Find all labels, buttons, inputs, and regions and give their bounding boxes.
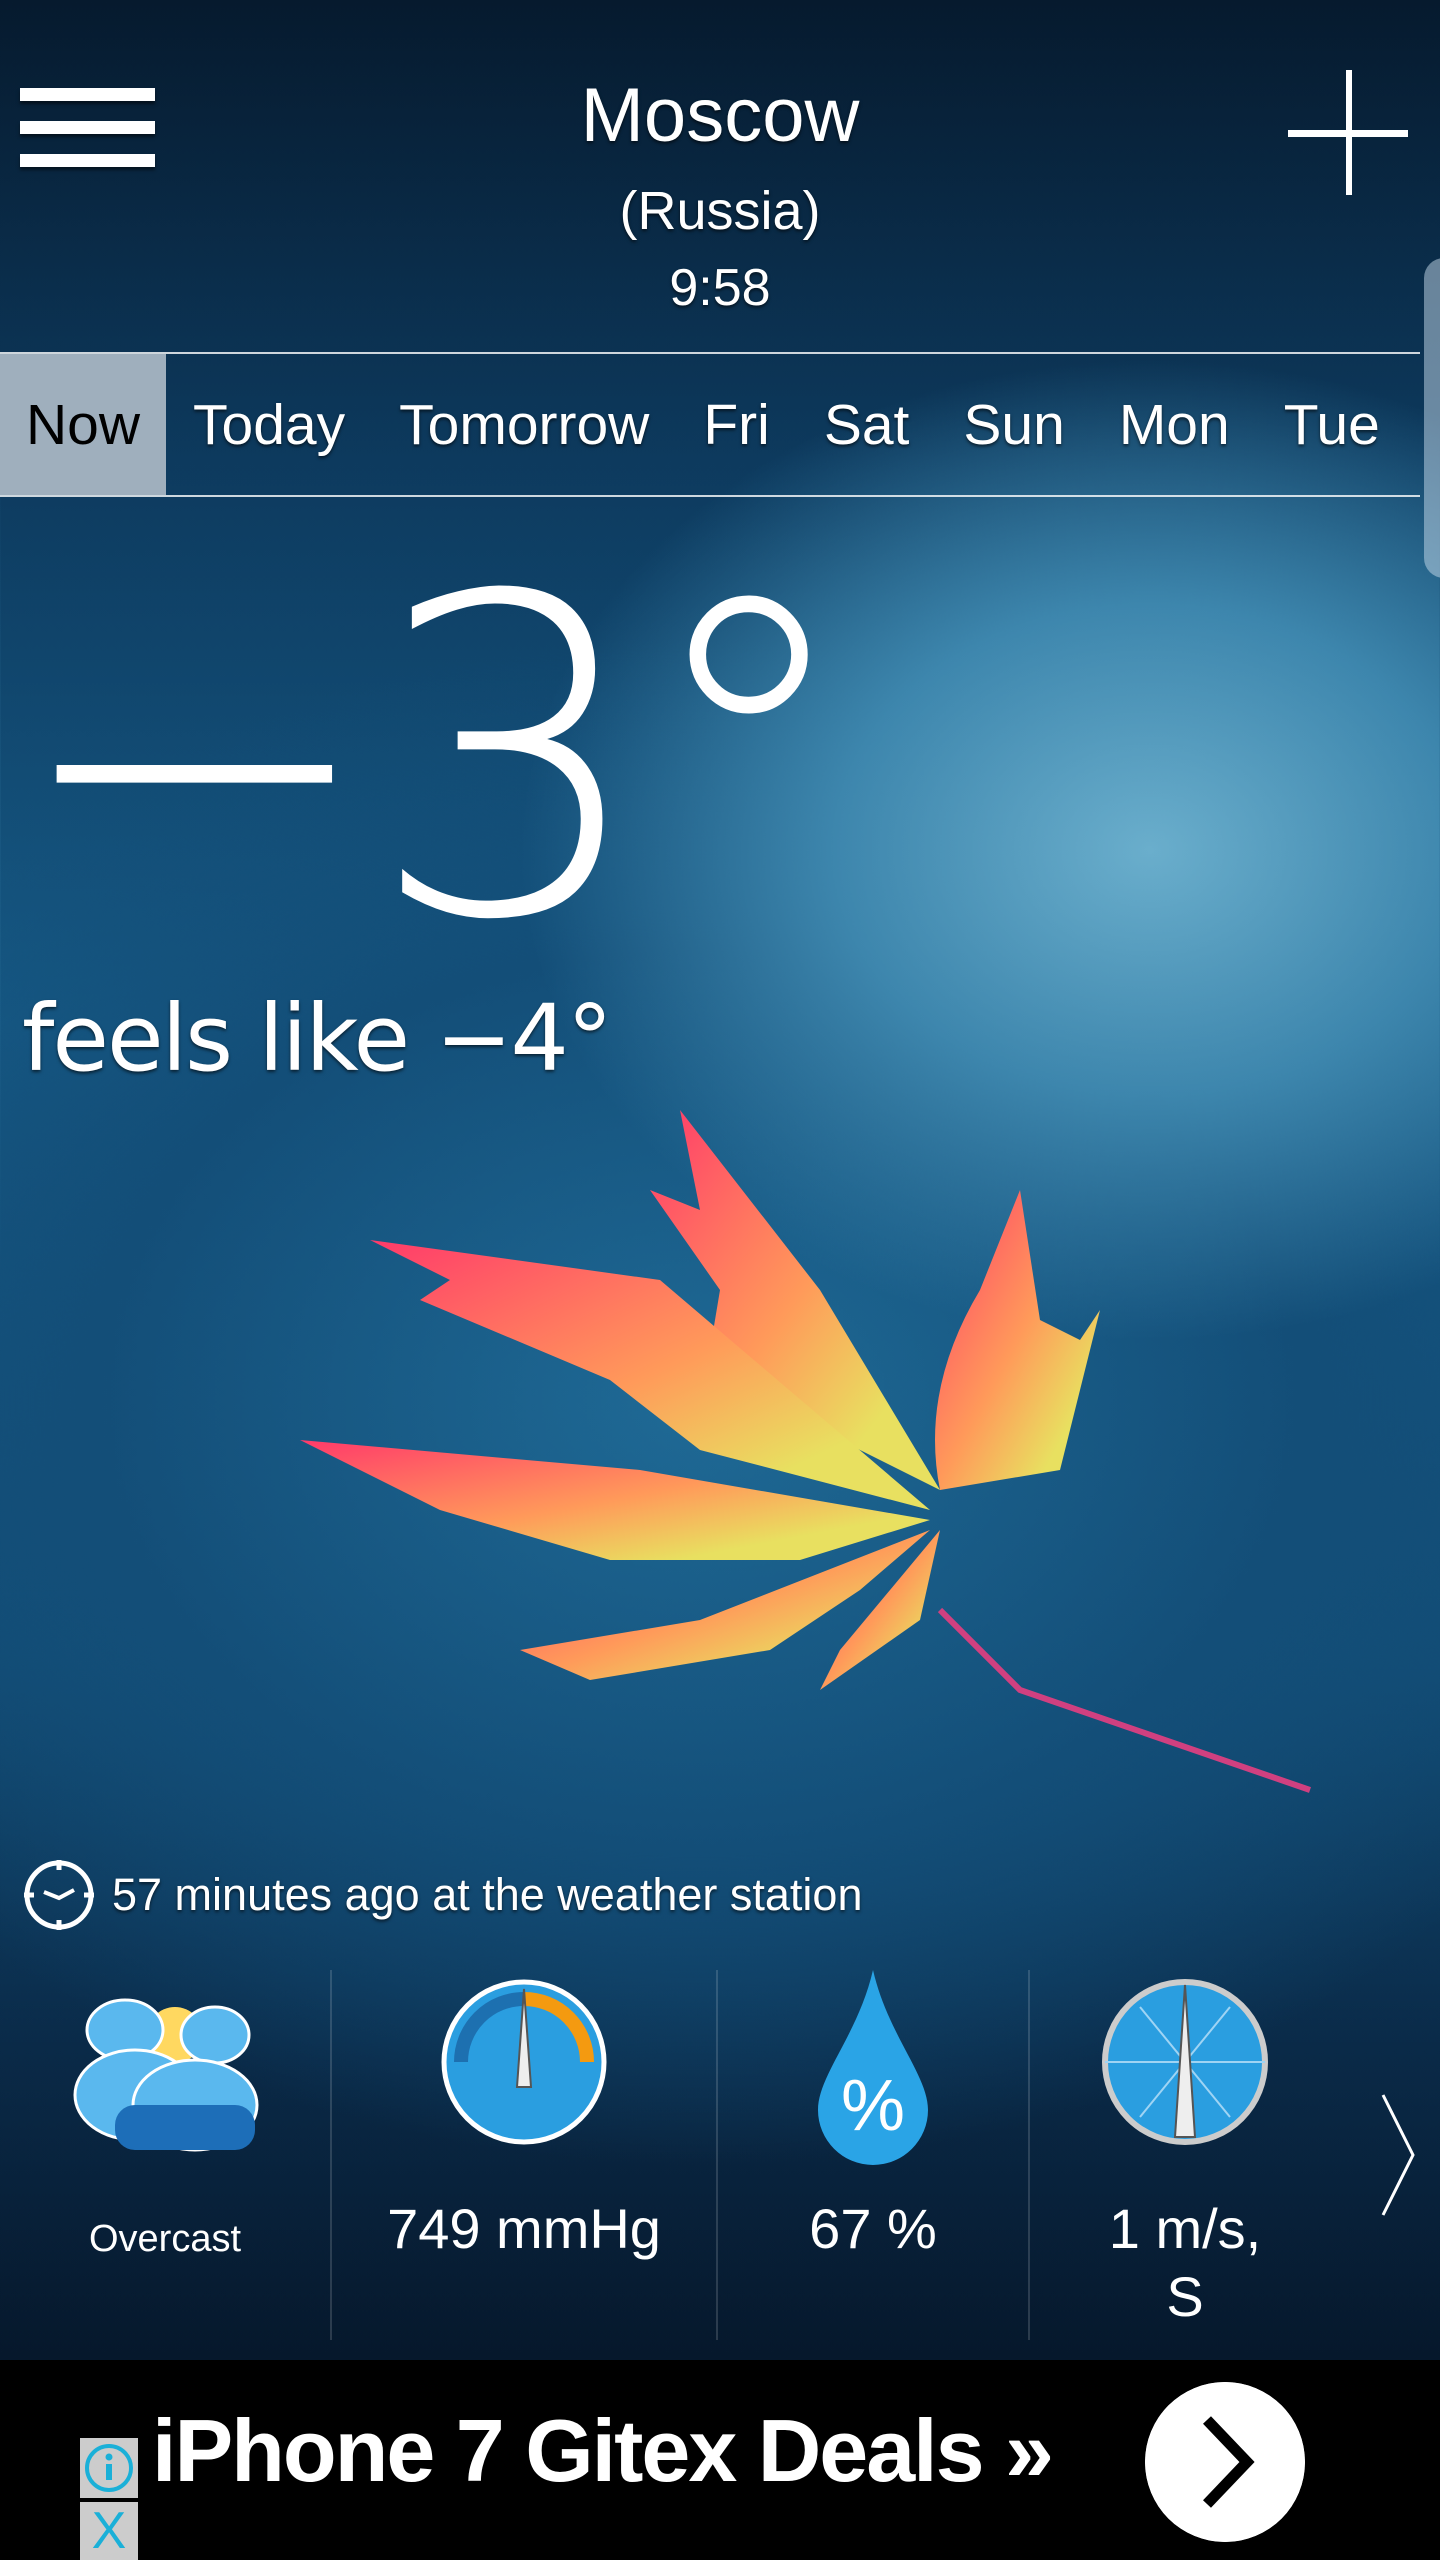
wind-cell[interactable]: 1 m/s, S xyxy=(1030,1965,1340,2340)
pressure-cell[interactable]: 749 mmHg xyxy=(332,1965,716,2340)
add-location-button[interactable] xyxy=(1288,70,1408,195)
wind-direction: S xyxy=(1166,2265,1204,2328)
tab-now[interactable]: Now xyxy=(0,354,167,495)
leaf-background-image xyxy=(300,1110,1311,1793)
tab-tomorrow[interactable]: Tomorrow xyxy=(372,354,676,495)
clock-icon xyxy=(24,1860,94,1930)
drawer-handle[interactable] xyxy=(1424,258,1440,578)
current-temperature: −3° xyxy=(10,504,859,1016)
tab-fri[interactable]: Fri xyxy=(676,354,796,495)
barometer-icon xyxy=(441,1979,607,2145)
feels-like: feels like −4° xyxy=(22,985,613,1092)
wind-value: 1 m/s, S xyxy=(1030,2195,1340,2331)
country-name: (Russia) xyxy=(619,181,821,241)
pressure-value: 749 mmHg xyxy=(387,2197,661,2260)
tab-tue[interactable]: Tue xyxy=(1257,354,1407,495)
local-time: 9:58 xyxy=(669,259,771,317)
wind-speed: 1 m/s, xyxy=(1108,2197,1262,2260)
ad-arrow-button[interactable] xyxy=(1145,2382,1305,2542)
ad-info-icon[interactable] xyxy=(80,2438,138,2498)
tab-mon[interactable]: Mon xyxy=(1092,354,1257,495)
overcast-cloud-icon xyxy=(73,1998,259,2152)
tab-sat[interactable]: Sat xyxy=(797,354,937,495)
tab-today[interactable]: Today xyxy=(166,354,372,495)
update-text: 57 minutes ago at the weather station xyxy=(112,1869,863,1920)
humidity-drop-icon: % xyxy=(818,1970,928,2165)
humidity-cell[interactable]: % 67 % xyxy=(718,1965,1028,2340)
wind-compass-icon xyxy=(1102,1979,1268,2145)
ad-text[interactable]: iPhone 7 Gitex Deals » xyxy=(152,2400,1054,2502)
ad-close-button[interactable]: X xyxy=(80,2502,138,2560)
city-name: Moscow xyxy=(580,73,860,158)
humidity-value: 67 % xyxy=(809,2197,937,2260)
forecast-tabs: Now Today Tomorrow Fri Sat Sun Mon Tue xyxy=(0,352,1420,497)
update-info: 57 minutes ago at the weather station xyxy=(22,1860,862,1930)
condition-value: Overcast xyxy=(88,2218,242,2260)
tab-sun[interactable]: Sun xyxy=(936,354,1091,495)
condition-cell[interactable]: Overcast xyxy=(0,1965,330,2340)
svg-text:%: % xyxy=(841,2066,905,2146)
chevron-right-icon[interactable] xyxy=(1378,2090,1418,2220)
